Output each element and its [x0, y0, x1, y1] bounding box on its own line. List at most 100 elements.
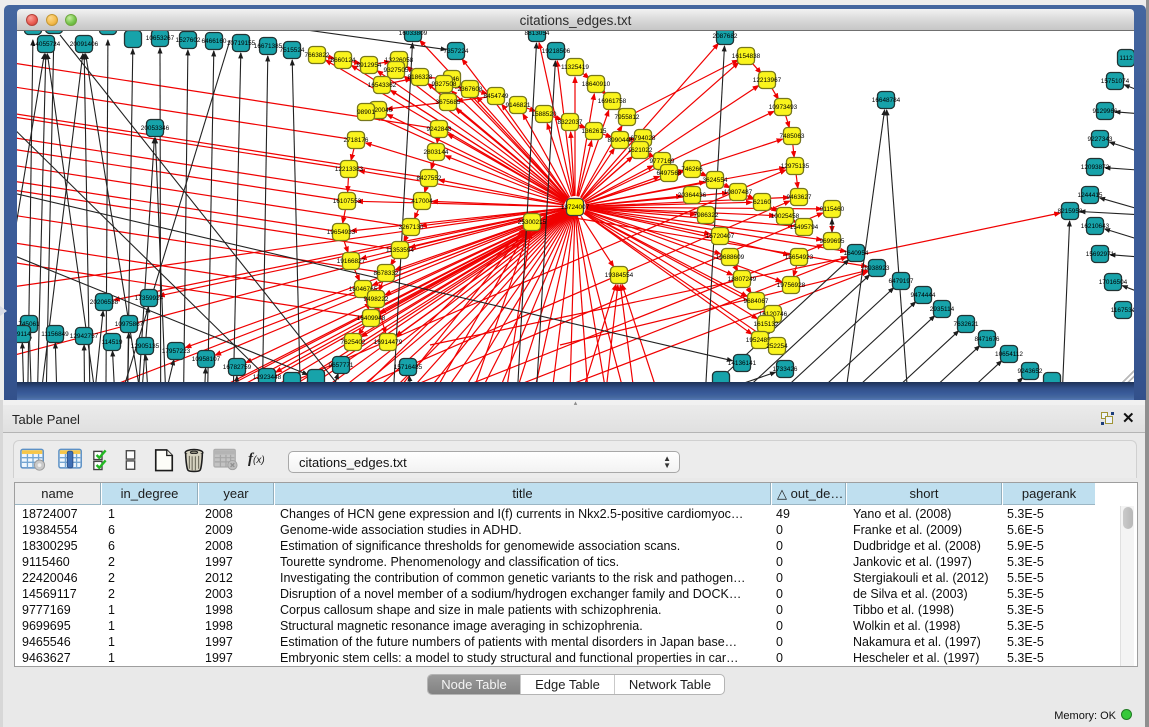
- svg-text:15716485: 15716485: [394, 364, 423, 371]
- svg-text:16409948: 16409948: [357, 315, 386, 322]
- svg-text:746266: 746266: [681, 166, 703, 173]
- svg-text:9243652: 9243652: [1018, 368, 1043, 375]
- svg-text:10653267: 10653267: [146, 35, 175, 42]
- svg-text:25300215: 25300215: [518, 219, 547, 226]
- svg-text:9327505: 9327505: [384, 67, 409, 74]
- svg-text:7955812: 7955812: [615, 114, 640, 121]
- svg-text:10654112: 10654112: [995, 351, 1023, 358]
- svg-text:16543362: 16543362: [368, 82, 397, 89]
- svg-text:12975135: 12975135: [781, 163, 810, 170]
- svg-text:18807249: 18807249: [728, 276, 757, 283]
- svg-text:7485063: 7485063: [780, 133, 805, 140]
- svg-text:6497568: 6497568: [657, 170, 682, 177]
- svg-text:7625402: 7625402: [341, 339, 366, 346]
- svg-text:8912954: 8912954: [357, 62, 382, 69]
- svg-text:1112: 1112: [1119, 55, 1133, 62]
- svg-text:15495794: 15495794: [790, 224, 819, 231]
- svg-text:10973493: 10973493: [769, 104, 798, 111]
- svg-text:9657771: 9657771: [329, 362, 354, 369]
- svg-text:12213967: 12213967: [753, 77, 782, 84]
- svg-text:2087682: 2087682: [713, 33, 738, 40]
- svg-text:2935114: 2935114: [930, 306, 955, 313]
- svg-text:8427552: 8427552: [417, 175, 442, 182]
- svg-text:8678332: 8678332: [374, 270, 399, 277]
- svg-text:9463627: 9463627: [787, 194, 812, 201]
- svg-text:17359924: 17359924: [135, 295, 164, 302]
- svg-text:2367608: 2367608: [458, 86, 483, 93]
- svg-text:10807487: 10807487: [724, 189, 753, 196]
- svg-text:8660124: 8660124: [331, 57, 356, 64]
- svg-text:16107553: 16107553: [333, 198, 362, 205]
- svg-text:39114: 39114: [17, 331, 31, 338]
- svg-text:20364436: 20364436: [678, 192, 707, 199]
- svg-text:252254: 252254: [766, 343, 788, 350]
- svg-text:98901: 98901: [357, 109, 375, 116]
- svg-text:3624554: 3624554: [703, 177, 728, 184]
- svg-text:9242848: 9242848: [427, 126, 452, 133]
- svg-text:114519: 114519: [102, 339, 123, 346]
- svg-text:12942757: 12942757: [70, 333, 99, 340]
- svg-text:10719155: 10719155: [227, 40, 256, 47]
- svg-text:14136141: 14136141: [728, 360, 757, 367]
- svg-text:18724007: 18724007: [561, 204, 590, 211]
- svg-text:15720407: 15720407: [706, 233, 735, 240]
- svg-text:3267130: 3267130: [399, 224, 424, 231]
- svg-text:2803144: 2803144: [424, 149, 449, 156]
- svg-text:12923448: 12923448: [253, 374, 282, 381]
- svg-text:20206538: 20206538: [90, 299, 119, 306]
- svg-text:8938923: 8938923: [865, 265, 890, 272]
- svg-text:6479197: 6479197: [889, 278, 914, 285]
- svg-text:19756928: 19756928: [777, 282, 806, 289]
- svg-text:3675685: 3675685: [436, 99, 461, 106]
- svg-text:8215958: 8215958: [1058, 208, 1083, 215]
- svg-text:16154838: 16154838: [732, 53, 761, 60]
- svg-text:15654923: 15654923: [785, 254, 814, 261]
- svg-text:16033809: 16033809: [399, 31, 428, 37]
- svg-text:9684067: 9684067: [744, 298, 769, 305]
- svg-text:7632621: 7632621: [954, 321, 979, 328]
- svg-text:10975867: 10975867: [115, 321, 144, 328]
- svg-text:19166827: 19166827: [337, 258, 366, 265]
- svg-text:417004: 417004: [411, 198, 433, 205]
- svg-text:1167534: 1167534: [1111, 307, 1134, 314]
- svg-text:9227343: 9227343: [1088, 136, 1113, 143]
- svg-text:1733426: 1733426: [773, 366, 798, 373]
- svg-text:9115460: 9115460: [820, 206, 845, 213]
- svg-text:1621022: 1621022: [628, 147, 653, 154]
- svg-text:9327508: 9327508: [432, 81, 457, 88]
- svg-text:8322037: 8322037: [558, 119, 583, 126]
- svg-text:7515524: 7515524: [280, 47, 305, 54]
- svg-text:10688609: 10688609: [716, 254, 745, 261]
- svg-text:15692971: 15692971: [1086, 251, 1115, 258]
- svg-text:7357224: 7357224: [444, 48, 469, 55]
- svg-text:1362615: 1362615: [582, 128, 607, 135]
- svg-text:11156849: 11156849: [41, 331, 69, 338]
- svg-text:19384554: 19384554: [605, 272, 634, 279]
- svg-text:9146821: 9146821: [506, 102, 531, 109]
- svg-text:16210643: 16210643: [1081, 223, 1110, 230]
- svg-text:2718176: 2718176: [344, 137, 369, 144]
- svg-text:17016504: 17016504: [1099, 279, 1128, 286]
- svg-text:16648784: 16648784: [872, 97, 901, 104]
- svg-text:16914479: 16914479: [374, 339, 403, 346]
- svg-text:19218506: 19218506: [542, 48, 571, 55]
- svg-text:62160: 62160: [753, 199, 771, 206]
- svg-text:8186328: 8186328: [408, 74, 433, 81]
- svg-text:9699695: 9699695: [820, 238, 845, 245]
- svg-text:1588520: 1588520: [532, 111, 557, 118]
- svg-text:11353594: 11353594: [386, 247, 414, 254]
- svg-text:14055724: 14055724: [32, 41, 61, 48]
- svg-text:7663822: 7663822: [305, 52, 330, 59]
- svg-text:16782759: 16782759: [223, 364, 252, 371]
- svg-text:15751074: 15751074: [1101, 78, 1130, 85]
- svg-text:20053346: 20053346: [141, 125, 170, 132]
- svg-text:8471676: 8471676: [975, 336, 1000, 343]
- svg-text:20091406: 20091406: [70, 41, 99, 48]
- svg-text:9474444: 9474444: [911, 292, 936, 299]
- svg-text:17957223: 17957223: [162, 348, 191, 355]
- svg-text:1640954: 1640954: [844, 250, 869, 257]
- svg-text:16961758: 16961758: [598, 98, 627, 105]
- svg-text:10025458: 10025458: [771, 213, 800, 220]
- svg-text:10958107: 10958107: [192, 356, 221, 363]
- svg-text:12905135: 12905135: [131, 343, 160, 350]
